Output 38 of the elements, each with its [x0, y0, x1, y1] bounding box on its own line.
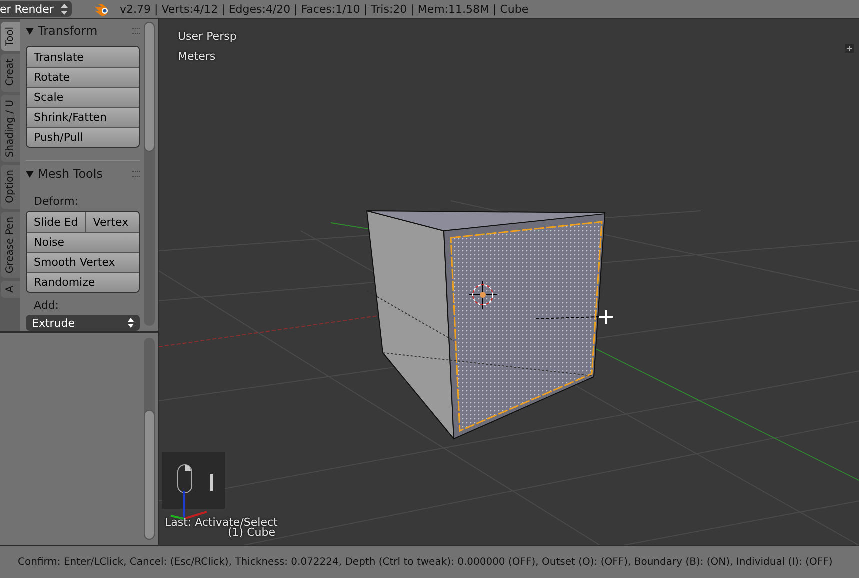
- tool-button[interactable]: Vertex: [85, 212, 139, 232]
- mouse-hint-drawing: [162, 452, 225, 509]
- 3d-cursor-icon: [468, 280, 498, 310]
- tool-button[interactable]: Randomize: [27, 272, 139, 292]
- triangle-icon: [26, 170, 34, 178]
- object-name-label: (1) Cube: [228, 526, 276, 539]
- updown-arrows-icon: [128, 318, 134, 328]
- tool-button[interactable]: Scale: [27, 87, 139, 107]
- units-label: Meters: [178, 50, 216, 63]
- tool-button[interactable]: Translate: [27, 47, 139, 67]
- scene-statistics: v2.79 | Verts:4/12 | Edges:4/20 | Faces:1/10 | Tris:20 | Mem:11.58M | Cube: [120, 2, 529, 16]
- panel-header[interactable]: Mesh Tools: [26, 165, 140, 183]
- tool-button[interactable]: Noise: [27, 232, 139, 252]
- grip-icon: [132, 171, 140, 177]
- grip-icon: [132, 28, 140, 34]
- view-name: User Persp: [178, 30, 237, 43]
- tool-button[interactable]: Shrink/Fatten: [27, 107, 139, 127]
- dashed-guide-line: [536, 316, 600, 320]
- section-label: Add:: [34, 299, 60, 312]
- tool-button[interactable]: Rotate: [27, 67, 139, 87]
- plus-icon[interactable]: [845, 44, 854, 53]
- crosshair-cursor-icon: [599, 310, 613, 324]
- tool-button[interactable]: Smooth Vertex: [27, 252, 139, 272]
- dropdown[interactable]: Extrude: [26, 315, 140, 331]
- tool-button[interactable]: Slide Ed: [27, 212, 86, 232]
- scrollbar-thumb[interactable]: [144, 22, 155, 152]
- scrollbar-thumb[interactable]: [144, 410, 155, 540]
- updown-arrows-icon: [61, 4, 68, 14]
- status-text: Confirm: Enter/LClick, Cancel: (Esc/RClick), Thickness: 0.072224, Depth (Ctrl to tweak): 0.000000 (OFF), Outset (O): (OFF), Boundary (B): (ON), Individual (I): (OFF): [18, 556, 833, 568]
- section-label: Deform:: [34, 195, 80, 208]
- tool-button[interactable]: Push/Pull: [27, 127, 139, 147]
- last-operator-label: Last: Activate/Select: [165, 516, 278, 529]
- panel-tab[interactable]: Tool: [1, 22, 20, 52]
- render-engine-dropdown[interactable]: er Render: [0, 1, 72, 17]
- triangle-icon: [26, 28, 34, 34]
- panel-header[interactable]: Transform: [26, 22, 140, 40]
- cube-drawing[interactable]: [366, 210, 606, 440]
- y-axis-line: [330, 222, 368, 230]
